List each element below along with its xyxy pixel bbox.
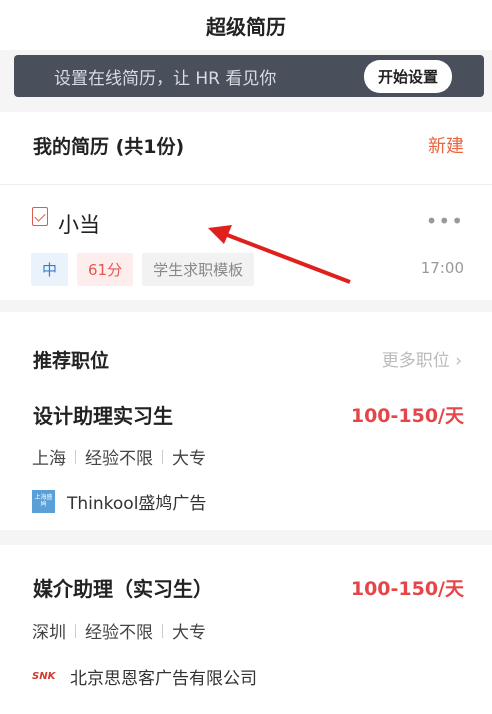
arrow-shaft <box>221 231 351 284</box>
annotation-arrow-icon <box>208 225 351 284</box>
